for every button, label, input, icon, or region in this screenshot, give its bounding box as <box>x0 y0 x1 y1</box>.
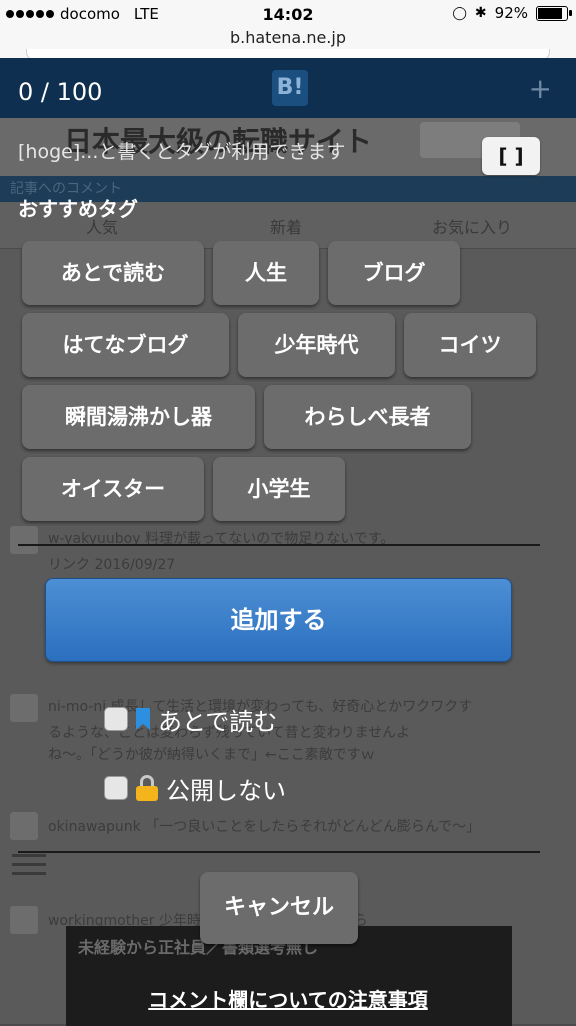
bg-tab-favorites: お気に入り <box>432 218 513 237</box>
browser-url-bar[interactable]: b.hatena.ne.jp <box>0 28 576 60</box>
private-option[interactable]: 公開しない <box>104 771 286 805</box>
lock-icon <box>136 775 158 801</box>
add-button[interactable]: 追加する <box>45 578 512 662</box>
read-later-label: あとで読む <box>158 707 278 736</box>
battery-icon <box>536 5 572 21</box>
bluetooth-icon: ✱ <box>474 5 487 21</box>
hatena-logo: B! <box>272 70 308 106</box>
tag-button[interactable]: あとで読む <box>22 241 204 305</box>
tag-button[interactable]: ブログ <box>328 241 460 305</box>
char-counter: 0 / 100 <box>18 78 103 106</box>
tag-button[interactable]: 人生 <box>213 241 319 305</box>
tag-button[interactable]: はてなブログ <box>22 313 229 377</box>
read-later-checkbox[interactable] <box>104 707 128 731</box>
comment-notice-link[interactable]: コメント欄についての注意事項 <box>0 984 576 1013</box>
private-checkbox[interactable] <box>104 776 128 800</box>
url-text[interactable]: b.hatena.ne.jp <box>230 28 346 47</box>
tag-hint: [hoge]...と書くとタグが利用できます <box>18 141 346 163</box>
bg-comment-3: okinawapunk 「一つ良いことをしたらそれがどんどん膨らんで～」 <box>48 819 481 835</box>
divider <box>18 544 540 546</box>
bg-tab-new: 新着 <box>270 218 303 237</box>
tag-button[interactable]: 瞬間湯沸かし器 <box>22 385 255 449</box>
status-right: ◯ ✱ 92% <box>452 4 572 22</box>
private-label: 公開しない <box>166 776 286 805</box>
tag-button[interactable]: わらしべ長者 <box>264 385 471 449</box>
bg-avatar <box>10 812 38 840</box>
recommended-tags-title: おすすめタグ <box>18 197 138 221</box>
menu-icon <box>12 854 46 878</box>
tag-button[interactable]: 少年時代 <box>238 313 395 377</box>
plus-icon: + <box>528 72 552 105</box>
bg-avatar <box>10 526 38 554</box>
divider <box>18 851 540 853</box>
insert-bracket-button[interactable]: [ ] <box>482 137 540 175</box>
tag-button[interactable]: コイツ <box>404 313 536 377</box>
status-bar: docomo LTE 14:02 ◯ ✱ 92% <box>0 0 576 30</box>
cancel-button[interactable]: キャンセル <box>200 872 358 944</box>
rotation-lock-icon: ◯ <box>452 5 467 21</box>
bg-avatar <box>10 694 38 722</box>
battery-percent: 92% <box>494 4 528 22</box>
read-later-option[interactable]: あとで読む <box>104 702 277 736</box>
tag-button[interactable]: オイスター <box>22 457 204 521</box>
bg-comment-1-meta: リンク 2016/09/27 <box>48 557 176 573</box>
bg-comment-2c: ね～。「どうか彼が納得いくまで」←ここ素敵ですｗ <box>48 747 375 763</box>
bg-avatar <box>10 906 38 934</box>
bookmark-icon <box>136 708 150 730</box>
tag-button[interactable]: 小学生 <box>213 457 345 521</box>
